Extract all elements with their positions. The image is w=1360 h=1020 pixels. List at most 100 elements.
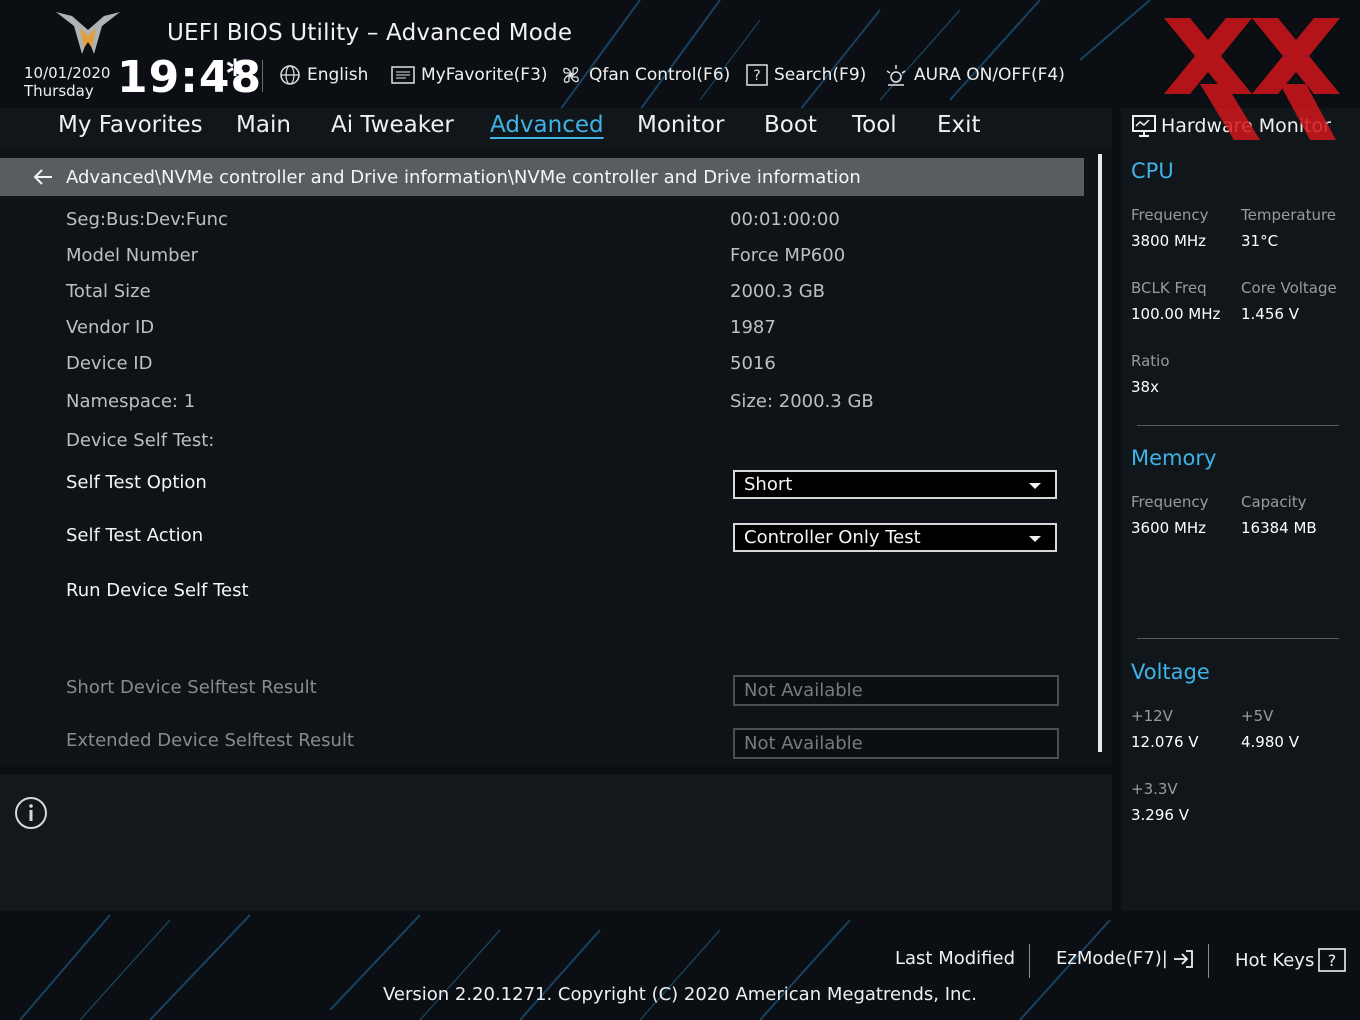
cpu-heading: CPU	[1131, 159, 1174, 183]
back-arrow-icon[interactable]	[32, 166, 54, 188]
gear-icon[interactable]: ✲	[225, 54, 245, 82]
svg-text:?: ?	[1328, 951, 1337, 970]
header-divider	[262, 60, 263, 92]
language-button[interactable]: English	[279, 62, 368, 88]
last-modified-button[interactable]: Last Modified	[895, 948, 1015, 969]
tab-advanced[interactable]: Advanced	[490, 112, 604, 138]
fan-icon	[563, 67, 579, 83]
hot-keys-button[interactable]: Hot Keys ?	[1235, 948, 1347, 972]
cpu-temperature-value: 31°C	[1241, 232, 1279, 250]
breadcrumb: Advanced\NVMe controller and Drive infor…	[0, 158, 1084, 196]
date-text: 10/01/2020	[24, 64, 111, 82]
info-value-seg-bus: 00:01:00:00	[730, 209, 840, 230]
cpu-frequency-value: 3800 MHz	[1131, 232, 1207, 250]
extended-result-field: Not Available	[733, 728, 1059, 759]
hardware-monitor-panel: Hardware Monitor CPU Frequency Temperatu…	[1121, 108, 1360, 911]
breadcrumb-path: Advanced\NVMe controller and Drive infor…	[66, 166, 861, 188]
chevron-down-icon	[1029, 536, 1041, 542]
cpu-bclk-value: 100.00 MHz	[1131, 305, 1221, 323]
tab-ai-tweaker[interactable]: Ai Tweaker	[331, 112, 454, 138]
search-label: Search(F9)	[774, 65, 867, 85]
short-result-label: Short Device Selftest Result	[66, 677, 317, 698]
footer-divider	[1208, 944, 1209, 978]
globe-icon	[280, 65, 300, 85]
exit-arrow-icon	[1173, 949, 1193, 968]
short-result-value: Not Available	[744, 680, 863, 701]
question-icon: ?	[1318, 948, 1347, 972]
main-nav: My Favorites Main Ai Tweaker Advanced Mo…	[0, 108, 1112, 148]
footer-divider	[1029, 944, 1030, 978]
cpu-ratio-label: Ratio	[1131, 352, 1170, 370]
memory-frequency-value: 3600 MHz	[1131, 519, 1207, 537]
monitor-icon	[1132, 115, 1156, 137]
run-device-self-test[interactable]: Run Device Self Test	[66, 580, 249, 601]
last-modified-label: Last Modified	[895, 948, 1016, 969]
ezmode-label: EzMode(F7)|	[1056, 948, 1168, 969]
voltage-12v-value: 12.076 V	[1131, 733, 1199, 751]
extended-result-label: Extended Device Selftest Result	[66, 730, 354, 751]
info-value-device-id: 5016	[730, 353, 776, 374]
weekday-text: Thursday	[24, 82, 94, 100]
tab-tool[interactable]: Tool	[852, 112, 897, 138]
tuf-logo-icon	[56, 12, 120, 54]
voltage-5v-label: +5V	[1241, 707, 1274, 725]
voltage-3v3-value: 3.296 V	[1131, 806, 1189, 824]
memory-capacity-label: Capacity	[1241, 493, 1307, 511]
help-panel	[0, 774, 1112, 911]
cpu-ratio-value: 38x	[1131, 378, 1159, 396]
info-label-namespace: Namespace: 1	[66, 391, 196, 412]
aura-toggle-button[interactable]: AURA ON/OFF(F4)	[884, 62, 1065, 88]
cpu-bclk-label: BCLK Freq	[1131, 279, 1207, 297]
section-divider	[1137, 638, 1339, 639]
self-test-option-value: Short	[744, 474, 793, 495]
cpu-core-voltage-label: Core Voltage	[1241, 279, 1337, 297]
search-button[interactable]: ? Search(F9)	[746, 62, 866, 88]
scrollbar[interactable]	[1098, 154, 1102, 752]
voltage-5v-value: 4.980 V	[1241, 733, 1299, 751]
memory-frequency-label: Frequency	[1131, 493, 1209, 511]
qfan-label: Qfan Control(F6)	[589, 65, 731, 85]
cpu-core-voltage-value: 1.456 V	[1241, 305, 1299, 323]
version-text: Version 2.20.1271. Copyright (C) 2020 Am…	[382, 984, 978, 1005]
date-display: 10/01/2020 Thursday	[24, 64, 110, 100]
header: UEFI BIOS Utility – Advanced Mode 10/01/…	[0, 0, 1360, 108]
xx-watermark-logo	[1164, 18, 1340, 140]
short-result-field: Not Available	[733, 675, 1059, 706]
self-test-action-label: Self Test Action	[66, 525, 204, 546]
info-value-model: Force MP600	[730, 245, 846, 266]
myfavorite-button[interactable]: MyFavorite(F3)	[391, 62, 548, 88]
self-test-action-select[interactable]: Controller Only Test	[733, 523, 1057, 552]
self-test-option-select[interactable]: Short	[733, 470, 1057, 499]
info-value-vendor-id: 1987	[730, 317, 776, 338]
self-test-action-value: Controller Only Test	[744, 527, 921, 548]
qfan-control-button[interactable]: Qfan Control(F6)	[559, 62, 730, 88]
hot-keys-label: Hot Keys	[1235, 949, 1315, 971]
info-label-seg-bus: Seg:Bus:Dev:Func	[66, 209, 228, 230]
info-label-device-id: Device ID	[66, 353, 153, 374]
voltage-3v3-label: +3.3V	[1131, 780, 1178, 798]
section-divider	[1137, 425, 1339, 426]
aura-light-icon	[886, 65, 906, 86]
tab-boot[interactable]: Boot	[764, 112, 817, 138]
info-label-total-size: Total Size	[66, 281, 151, 302]
cpu-temperature-label: Temperature	[1241, 206, 1337, 224]
tab-my-favorites[interactable]: My Favorites	[58, 112, 203, 138]
main-panel: Advanced\NVMe controller and Drive infor…	[0, 148, 1112, 766]
voltage-heading: Voltage	[1131, 660, 1210, 684]
tab-main[interactable]: Main	[236, 112, 291, 138]
tab-monitor[interactable]: Monitor	[637, 112, 724, 138]
info-icon	[15, 797, 47, 829]
memory-heading: Memory	[1131, 446, 1217, 470]
ezmode-button[interactable]: EzMode(F7)|	[1056, 948, 1194, 969]
svg-text:?: ?	[753, 68, 760, 84]
myfavorite-label: MyFavorite(F3)	[421, 65, 548, 85]
chevron-down-icon	[1029, 483, 1041, 489]
self-test-option-label: Self Test Option	[66, 472, 207, 493]
favorite-list-icon	[391, 66, 415, 84]
voltage-12v-label: +12V	[1131, 707, 1173, 725]
info-label-model: Model Number	[66, 245, 199, 266]
extended-result-value: Not Available	[744, 733, 863, 754]
cpu-frequency-label: Frequency	[1131, 206, 1209, 224]
self-test-heading: Device Self Test:	[66, 430, 215, 451]
tab-exit[interactable]: Exit	[937, 112, 981, 138]
